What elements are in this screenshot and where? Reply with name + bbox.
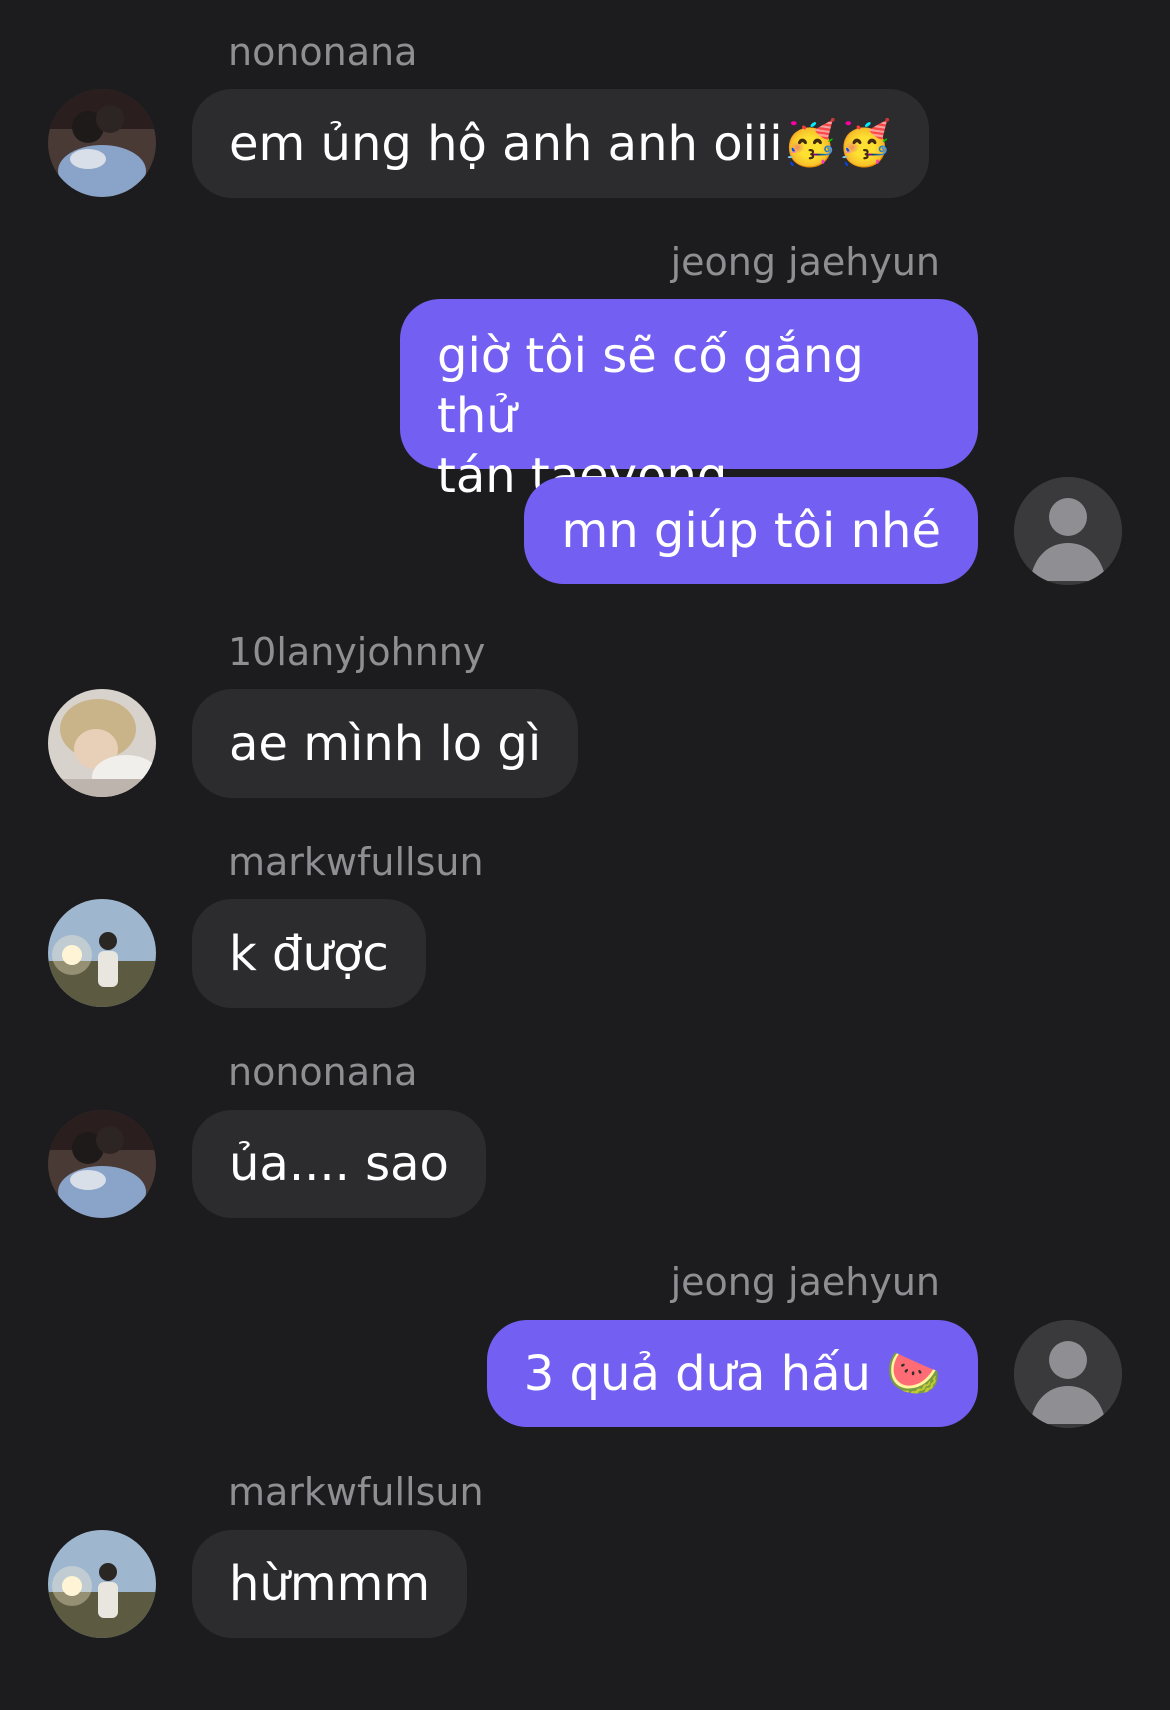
person-silhouette-icon [1014, 1320, 1122, 1428]
sender-name: 10lanyjohnny [228, 630, 486, 674]
message-text-line: giờ tôi sẽ cố gắng thử [437, 328, 864, 444]
message-text: ae mình lo gì [229, 715, 542, 772]
message-bubble[interactable]: ae mình lo gì [192, 689, 579, 798]
message-bubble[interactable]: em ủng hộ anh anh oiii 🥳🥳 [192, 89, 930, 198]
message-text: mn giúp tôi nhé [561, 502, 941, 559]
chat-thread[interactable]: nononana em ủng hộ anh anh oiii 🥳🥳 jeong … [0, 0, 1170, 1710]
message-bubble[interactable]: k được [192, 899, 426, 1008]
watermelon-emoji-icon: 🍉 [886, 1347, 941, 1399]
sender-name: nononana [228, 30, 418, 74]
person-silhouette-icon [1014, 477, 1122, 585]
message-bubble[interactable]: 3 quả dưa hấu 🍉 [486, 1320, 978, 1427]
message-text: hừmmm [229, 1556, 431, 1612]
avatar-jeong-jaehyun[interactable] [1014, 1320, 1122, 1428]
message-bubble[interactable]: hừmmm [192, 1530, 468, 1638]
message-text: ủa.... sao [229, 1136, 449, 1192]
sender-name: jeong jaehyun [670, 240, 940, 284]
message-text: 3 quả dưa hấu [523, 1345, 871, 1402]
avatar-jeong-jaehyun[interactable] [1014, 477, 1122, 585]
message-bubble[interactable]: ủa.... sao [192, 1110, 486, 1218]
avatar-nononana[interactable] [48, 1110, 156, 1218]
avatar-10lanyjohnny[interactable] [48, 689, 156, 797]
message-text: em ủng hộ anh anh oiii [229, 115, 783, 172]
sender-name: markwfullsun [228, 1470, 484, 1514]
party-face-emoji-icon: 🥳🥳 [782, 117, 893, 169]
sender-name: markwfullsun [228, 840, 484, 884]
message-bubble[interactable]: giờ tôi sẽ cố gắng thử tán taeyong [400, 299, 978, 504]
sender-name: nononana [228, 1050, 418, 1094]
avatar-nononana[interactable] [48, 89, 156, 197]
sender-name: jeong jaehyun [670, 1260, 940, 1304]
avatar-markwfullsun[interactable] [48, 899, 156, 1007]
avatar-markwfullsun[interactable] [48, 1530, 156, 1638]
message-bubble[interactable]: mn giúp tôi nhé [524, 477, 978, 584]
message-text: k được [229, 925, 389, 982]
